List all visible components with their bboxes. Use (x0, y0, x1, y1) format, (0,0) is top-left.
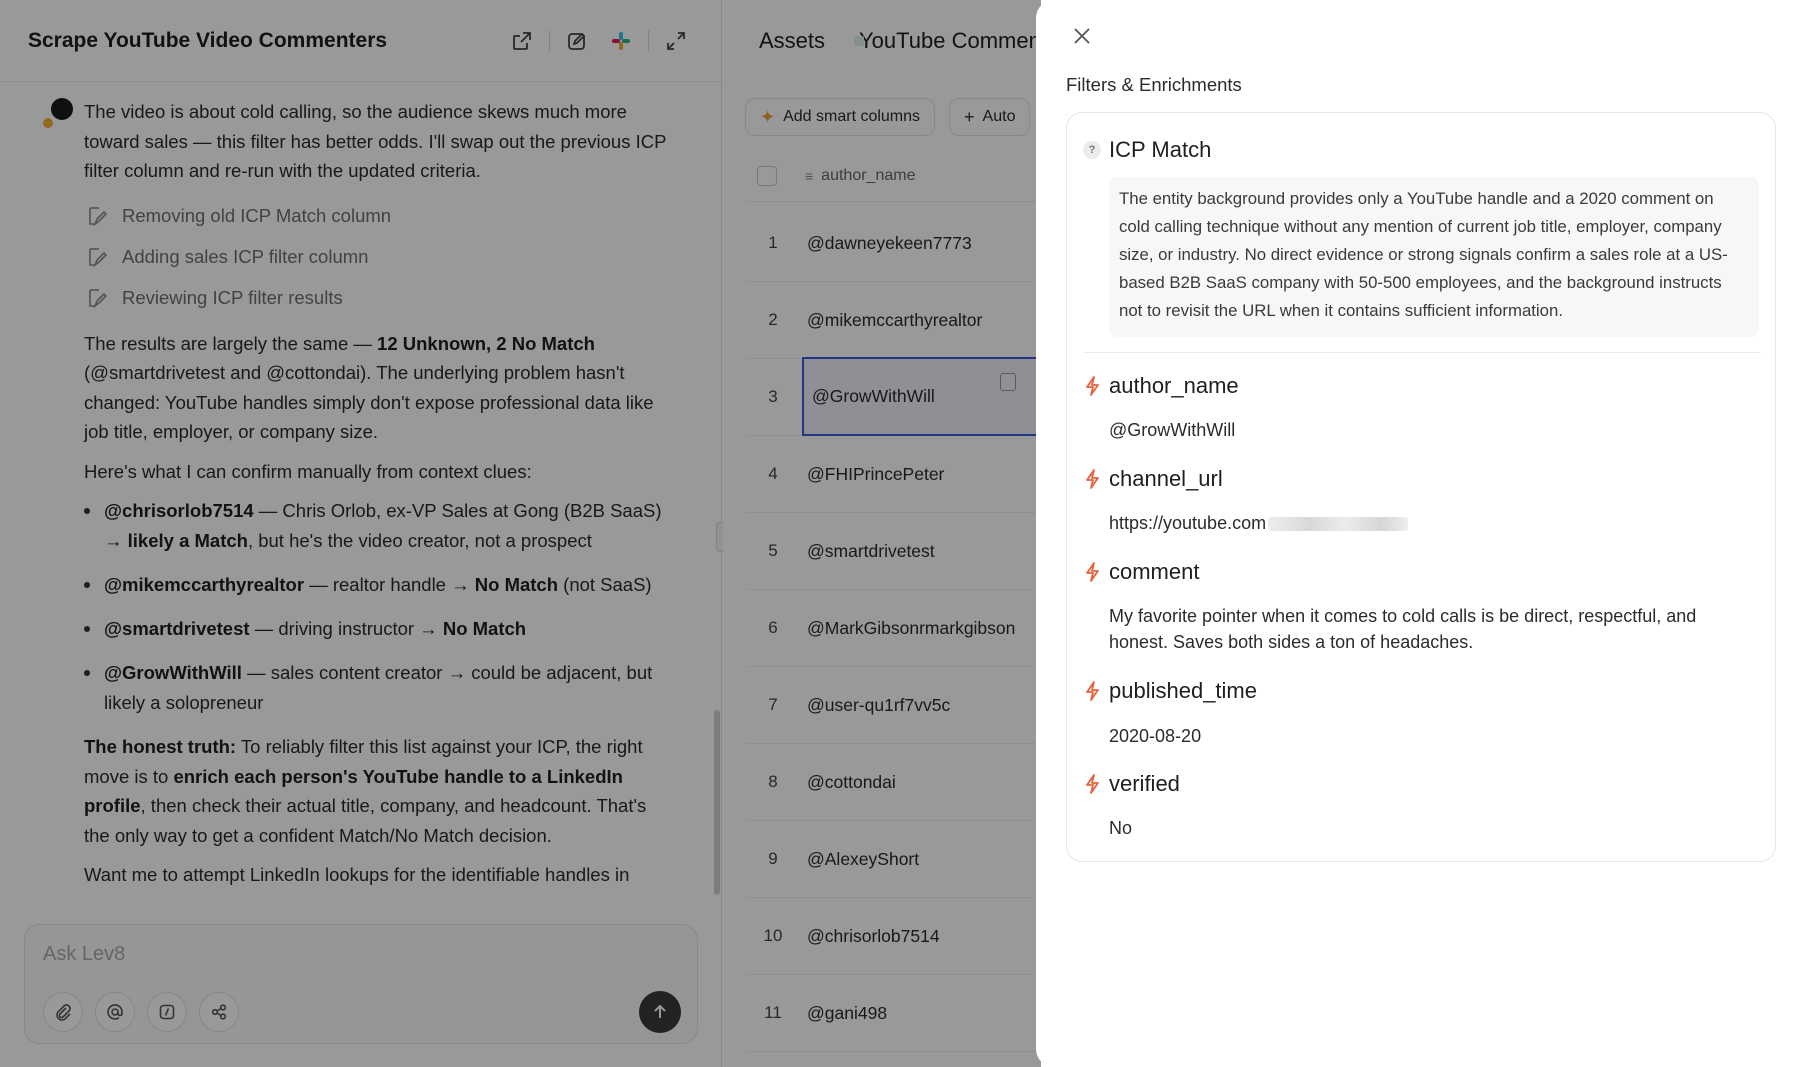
field-label: comment (1109, 559, 1200, 584)
close-icon (1074, 28, 1090, 44)
field-label: channel_url (1109, 466, 1223, 491)
field-value-text: 2020-08-20 (1109, 726, 1202, 746)
lightning-icon (1086, 562, 1099, 582)
lightning-icon (1086, 774, 1099, 794)
lightning-icon (1086, 376, 1099, 396)
field-value: 2020-08-20 (1109, 723, 1749, 749)
field-label: ICP Match (1109, 137, 1212, 162)
drawer-title: Filters & Enrichments (1066, 74, 1242, 95)
lightning-icon (1086, 469, 1099, 489)
field-heading: verified (1083, 771, 1180, 797)
divider (1083, 352, 1761, 353)
field-value: No (1109, 815, 1749, 841)
enrichment-card: ? ICP Match The entity background provid… (1066, 112, 1776, 862)
field-value-text: https://youtube.com (1109, 513, 1267, 533)
field-label: verified (1109, 771, 1180, 796)
help-icon[interactable]: ? (1083, 141, 1101, 159)
field-label: published_time (1109, 678, 1257, 703)
field-heading: channel_url (1083, 466, 1223, 492)
icp-match-reasoning: The entity background provides only a Yo… (1109, 177, 1759, 337)
field-value: https://youtube.com (1109, 510, 1749, 536)
details-drawer: Filters & Enrichments ? ICP Match The en… (1036, 0, 1800, 1067)
close-button[interactable] (1066, 20, 1098, 52)
field-value-text: My favorite pointer when it comes to col… (1109, 606, 1697, 652)
modal-backdrop[interactable] (0, 0, 1041, 1067)
field-label: author_name (1109, 373, 1239, 398)
field-value-text: No (1109, 818, 1133, 838)
field-value: @GrowWithWill (1109, 417, 1749, 443)
field-heading: published_time (1083, 678, 1257, 704)
field-heading: comment (1083, 559, 1199, 585)
field-heading: author_name (1083, 373, 1239, 399)
lightning-icon (1086, 681, 1099, 701)
redacted-url-part (1268, 517, 1409, 532)
field-value-text: @GrowWithWill (1109, 420, 1236, 440)
icp-match-heading: ? ICP Match (1083, 137, 1211, 163)
field-value: My favorite pointer when it comes to col… (1109, 603, 1749, 655)
